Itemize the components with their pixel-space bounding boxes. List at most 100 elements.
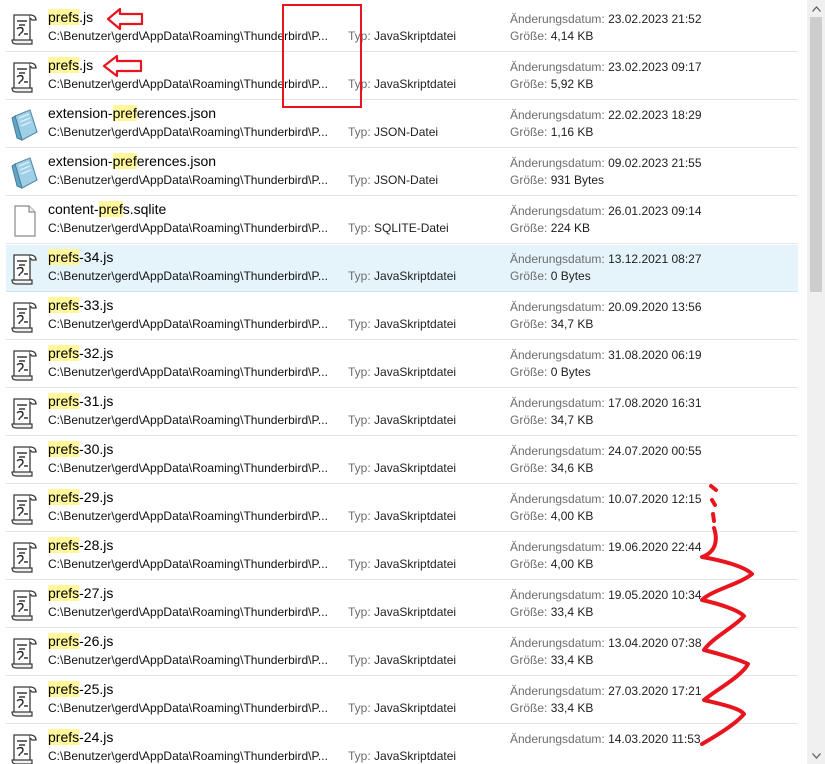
size-label: Größe: [510, 29, 548, 43]
file-name[interactable]: prefs-25.js [48, 680, 113, 698]
file-type: Typ: JavaSkriptdatei [348, 701, 456, 716]
search-match-highlight: pref [112, 153, 137, 169]
file-row[interactable]: prefs-34.js C:\Benutzer\gerd\AppData\Roa… [6, 245, 798, 292]
file-name[interactable]: prefs-33.js [48, 296, 113, 314]
size-label: Größe: [510, 557, 548, 571]
size-label: Größe: [510, 461, 548, 475]
file-name-suffix: -31.js [79, 393, 114, 409]
file-path: C:\Benutzer\gerd\AppData\Roaming\Thunder… [48, 509, 328, 523]
file-row[interactable]: extension-preferences.json C:\Benutzer\g… [6, 149, 798, 196]
file-path: C:\Benutzer\gerd\AppData\Roaming\Thunder… [48, 29, 328, 43]
file-type: Typ: JavaSkriptdatei [348, 317, 456, 332]
javascript-file-icon [11, 12, 39, 46]
search-match-highlight: pref [112, 105, 137, 121]
file-name-suffix: -32.js [79, 345, 114, 361]
scrollbar-thumb[interactable] [810, 17, 822, 292]
date-value: 22.02.2023 18:29 [608, 108, 702, 122]
search-match-highlight: pref [98, 201, 123, 217]
type-value: JavaSkriptdatei [374, 413, 457, 427]
file-name[interactable]: prefs-24.js [48, 728, 113, 746]
date-label: Änderungsdatum: [510, 300, 605, 314]
type-label: Typ: [348, 653, 371, 667]
file-size: Größe: 4,00 KB [510, 509, 593, 524]
file-name[interactable]: prefs-30.js [48, 440, 113, 458]
file-type: Typ: JavaSkriptdatei [348, 509, 456, 524]
vertical-scrollbar[interactable] [807, 0, 825, 764]
file-row[interactable]: extension-preferences.json C:\Benutzer\g… [6, 101, 798, 148]
file-row[interactable]: prefs-28.js C:\Benutzer\gerd\AppData\Roa… [6, 533, 798, 580]
file-path: C:\Benutzer\gerd\AppData\Roaming\Thunder… [48, 557, 328, 571]
search-match-highlight: prefs [48, 729, 80, 745]
file-row[interactable]: prefs-33.js C:\Benutzer\gerd\AppData\Roa… [6, 293, 798, 340]
file-row[interactable]: prefs-32.js C:\Benutzer\gerd\AppData\Roa… [6, 341, 798, 388]
date-value: 23.02.2023 09:17 [608, 60, 702, 74]
file-name[interactable]: extension-preferences.json [48, 104, 216, 122]
file-name[interactable]: prefs-26.js [48, 632, 113, 650]
file-name-suffix: -26.js [79, 633, 114, 649]
size-label: Größe: [510, 653, 548, 667]
search-match-highlight: prefs [48, 345, 80, 361]
file-row[interactable]: prefs-27.js C:\Benutzer\gerd\AppData\Roa… [6, 581, 798, 628]
type-label: Typ: [348, 557, 371, 571]
date-label: Änderungsdatum: [510, 12, 605, 26]
type-value: JavaSkriptdatei [374, 701, 457, 715]
chevron-up-icon[interactable] [807, 0, 825, 17]
type-value: SQLITE-Datei [374, 221, 449, 235]
javascript-file-icon [11, 444, 39, 478]
file-path: C:\Benutzer\gerd\AppData\Roaming\Thunder… [48, 605, 328, 619]
file-type: Typ: JavaSkriptdatei [348, 413, 456, 428]
file-name[interactable]: prefs-32.js [48, 344, 113, 362]
size-label: Größe: [510, 77, 548, 91]
type-label: Typ: [348, 509, 371, 523]
size-value: 1,16 KB [550, 125, 594, 139]
chevron-down-icon[interactable] [807, 747, 825, 764]
file-name[interactable]: prefs.js [48, 8, 93, 26]
file-path: C:\Benutzer\gerd\AppData\Roaming\Thunder… [48, 749, 328, 763]
file-name[interactable]: extension-preferences.json [48, 152, 216, 170]
file-type: Typ: JavaSkriptdatei [348, 749, 456, 764]
file-name[interactable]: prefs-34.js [48, 248, 113, 266]
file-type: Typ: JavaSkriptdatei [348, 365, 456, 380]
file-size: Größe: 34,7 KB [510, 317, 593, 332]
type-value: JSON-Datei [374, 173, 439, 187]
date-label: Änderungsdatum: [510, 492, 605, 506]
file-row[interactable]: prefs-30.js C:\Benutzer\gerd\AppData\Roa… [6, 437, 798, 484]
javascript-file-icon [11, 348, 39, 382]
date-label: Änderungsdatum: [510, 156, 605, 170]
file-name[interactable]: prefs-29.js [48, 488, 113, 506]
modified-date: Änderungsdatum: 14.03.2020 11:53 [510, 732, 701, 747]
file-size: Größe: 931 Bytes [510, 173, 604, 188]
date-label: Änderungsdatum: [510, 396, 605, 410]
file-type: Typ: JSON-Datei [348, 173, 438, 188]
file-row[interactable]: prefs-29.js C:\Benutzer\gerd\AppData\Roa… [6, 485, 798, 532]
file-name[interactable]: prefs.js [48, 56, 93, 74]
file-name[interactable]: prefs-31.js [48, 392, 113, 410]
file-row[interactable]: prefs-26.js C:\Benutzer\gerd\AppData\Roa… [6, 629, 798, 676]
file-row[interactable]: prefs-31.js C:\Benutzer\gerd\AppData\Roa… [6, 389, 798, 436]
file-row[interactable]: content-prefs.sqlite C:\Benutzer\gerd\Ap… [6, 197, 798, 244]
search-match-highlight: prefs [48, 57, 80, 73]
javascript-file-icon [11, 252, 39, 286]
file-name-suffix: erences.json [136, 153, 217, 169]
search-match-highlight: prefs [48, 537, 80, 553]
size-value: 4,14 KB [550, 29, 594, 43]
type-label: Typ: [348, 605, 371, 619]
file-row[interactable]: prefs.js C:\Benutzer\gerd\AppData\Roamin… [6, 53, 798, 100]
file-row[interactable]: prefs-25.js C:\Benutzer\gerd\AppData\Roa… [6, 677, 798, 724]
search-match-highlight: prefs [48, 441, 80, 457]
size-label: Größe: [510, 701, 548, 715]
file-row[interactable]: prefs.js C:\Benutzer\gerd\AppData\Roamin… [6, 5, 798, 52]
size-value: 33,4 KB [550, 653, 594, 667]
date-label: Änderungsdatum: [510, 684, 605, 698]
modified-date: Änderungsdatum: 19.06.2020 22:44 [510, 540, 702, 555]
javascript-file-icon [11, 540, 39, 574]
file-name-suffix: .js [79, 57, 94, 73]
file-name[interactable]: prefs-28.js [48, 536, 113, 554]
file-row[interactable]: prefs-24.js C:\Benutzer\gerd\AppData\Roa… [6, 725, 798, 764]
date-value: 24.07.2020 00:55 [608, 444, 702, 458]
javascript-file-icon [11, 588, 39, 622]
file-name[interactable]: prefs-27.js [48, 584, 113, 602]
file-name[interactable]: content-prefs.sqlite [48, 200, 166, 218]
type-label: Typ: [348, 365, 371, 379]
file-path: C:\Benutzer\gerd\AppData\Roaming\Thunder… [48, 413, 328, 427]
